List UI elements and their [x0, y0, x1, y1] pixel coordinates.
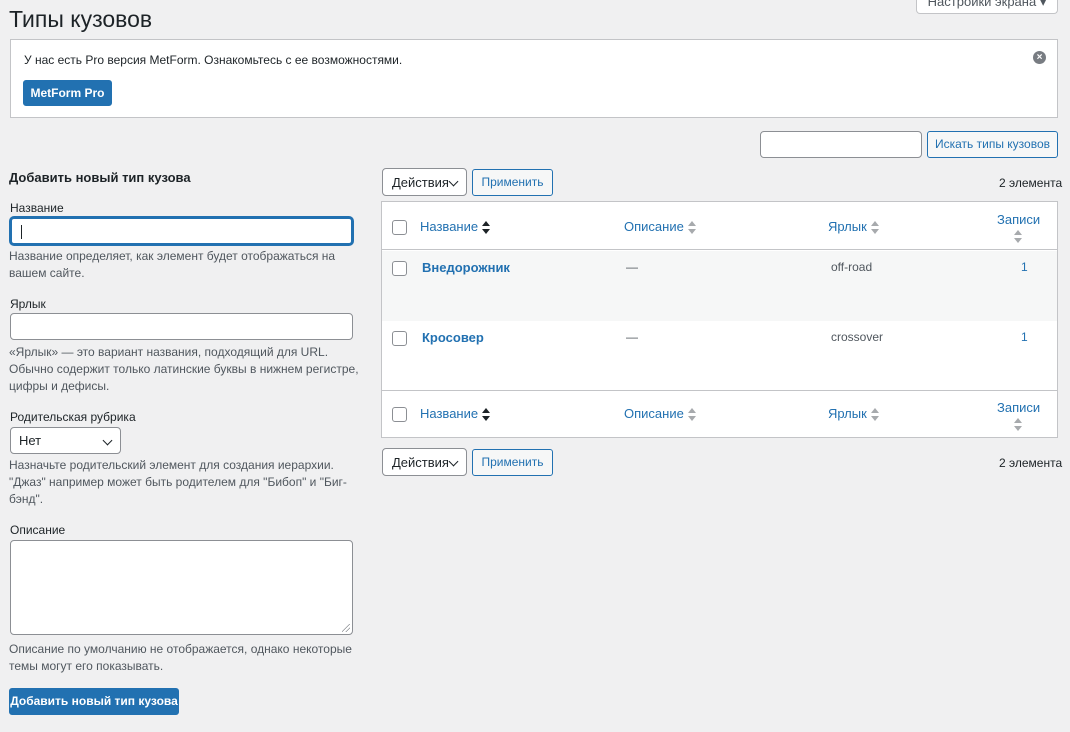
bulk-actions-value: Действия: [392, 175, 449, 190]
column-description-header[interactable]: Описание: [624, 219, 696, 235]
column-posts-link[interactable]: Записи: [997, 400, 1040, 415]
sort-arrows-icon: [1014, 229, 1022, 244]
text-caret: [21, 225, 22, 239]
apply-button-top[interactable]: Применить: [472, 169, 553, 196]
name-label: Название: [10, 201, 64, 215]
table-header: Название Описание Ярлык Записи: [382, 202, 1057, 250]
select-all-checkbox-bottom[interactable]: [392, 407, 407, 422]
column-description-link[interactable]: Описание: [624, 219, 684, 234]
name-input[interactable]: [10, 217, 353, 245]
parent-help-line: бэнд".: [9, 492, 44, 506]
column-slug-header[interactable]: Ярлык: [828, 219, 879, 235]
bulk-actions-value: Действия: [392, 455, 449, 470]
row-description: —: [626, 260, 638, 274]
sort-arrows-icon: [482, 407, 491, 422]
sort-arrows-icon: [870, 220, 879, 235]
close-icon[interactable]: ×: [1033, 51, 1046, 64]
description-label: Описание: [10, 523, 66, 537]
column-slug-link[interactable]: Ярлык: [828, 219, 867, 234]
slug-label: Ярлык: [10, 297, 46, 311]
column-name-link[interactable]: Название: [420, 219, 478, 234]
screen-options-button[interactable]: Настройки экрана ▾: [916, 0, 1058, 14]
column-posts-header[interactable]: Записи: [997, 212, 1040, 244]
column-posts-footer[interactable]: Записи: [997, 400, 1040, 432]
sort-arrows-icon: [687, 407, 696, 422]
sort-arrows-icon: [482, 220, 491, 235]
add-new-type-button[interactable]: Добавить новый тип кузова: [9, 688, 179, 715]
sort-arrows-icon: [1014, 417, 1022, 432]
column-name-link[interactable]: Название: [420, 406, 478, 421]
row-slug: off-road: [831, 260, 873, 274]
parent-help-line: "Джаз" например может быть родителем для…: [9, 475, 347, 489]
form-heading: Добавить новый тип кузова: [9, 170, 191, 185]
row-slug: crossover: [831, 330, 884, 344]
column-posts-link[interactable]: Записи: [997, 212, 1040, 227]
slug-help-line: Обычно содержит только латинские буквы в…: [9, 362, 359, 376]
bulk-actions-select-bottom[interactable]: Действия: [382, 448, 467, 476]
description-help-line: Описание по умолчанию не отображается, о…: [9, 642, 352, 656]
column-description-footer[interactable]: Описание: [624, 406, 696, 422]
table-row: Внедорожник — off-road 1: [382, 251, 1057, 321]
row-count-link[interactable]: 1: [1021, 260, 1028, 274]
table-row: Кросовер — crossover 1: [382, 321, 1057, 390]
promo-notice: У нас есть Pro версия MetForm. Ознакомьт…: [10, 39, 1058, 118]
sort-arrows-icon: [870, 407, 879, 422]
description-help: Описание по умолчанию не отображается, о…: [9, 641, 352, 675]
items-count-top: 2 элемента: [999, 176, 1063, 190]
chevron-down-icon: [448, 456, 459, 467]
parent-help-line: Назначьте родительский элемент для созда…: [9, 458, 334, 472]
table-footer: Название Описание Ярлык Записи: [382, 390, 1057, 437]
slug-help-line: цифры и дефисы.: [9, 379, 110, 393]
name-help: Название определяет, как элемент будет о…: [9, 248, 335, 282]
description-help-line: темы могут его показывать.: [9, 659, 164, 673]
row-checkbox[interactable]: [392, 331, 407, 346]
parent-label: Родительская рубрика: [10, 410, 136, 424]
column-name-header[interactable]: Название: [420, 219, 491, 235]
column-name-footer[interactable]: Название: [420, 406, 491, 422]
chevron-down-icon: [102, 435, 113, 446]
terms-table: Название Описание Ярлык Записи Внедорожн…: [381, 201, 1058, 438]
resize-handle-icon[interactable]: [342, 624, 350, 632]
chevron-down-icon: [448, 176, 459, 187]
parent-help: Назначьте родительский элемент для созда…: [9, 457, 347, 508]
column-slug-link[interactable]: Ярлык: [828, 406, 867, 421]
name-help-line: вашем сайте.: [9, 266, 85, 280]
row-title-link[interactable]: Кросовер: [422, 330, 484, 345]
items-count-bottom: 2 элемента: [999, 456, 1063, 470]
row-count-link[interactable]: 1: [1021, 330, 1028, 344]
sort-arrows-icon: [687, 220, 696, 235]
bulk-actions-select-top[interactable]: Действия: [382, 168, 467, 196]
page-title: Типы кузовов: [9, 6, 153, 32]
select-all-checkbox[interactable]: [392, 220, 407, 235]
row-checkbox[interactable]: [392, 261, 407, 276]
slug-help-line: «Ярлык» — это вариант названия, подходящ…: [9, 345, 329, 359]
slug-help: «Ярлык» — это вариант названия, подходящ…: [9, 344, 359, 395]
name-help-line: Название определяет, как элемент будет о…: [9, 249, 336, 263]
column-slug-footer[interactable]: Ярлык: [828, 406, 879, 422]
parent-select-value: Нет: [19, 433, 42, 448]
column-description-link[interactable]: Описание: [624, 406, 684, 421]
search-input[interactable]: [760, 131, 922, 158]
row-description: —: [626, 330, 638, 344]
metform-pro-button[interactable]: MetForm Pro: [23, 80, 112, 106]
apply-button-bottom[interactable]: Применить: [472, 449, 553, 476]
notice-text: У нас есть Pro версия MetForm. Ознакомьт…: [24, 53, 403, 67]
description-textarea[interactable]: [10, 540, 353, 635]
slug-input[interactable]: [10, 313, 353, 340]
row-title-link[interactable]: Внедорожник: [422, 260, 510, 275]
search-button[interactable]: Искать типы кузовов: [927, 131, 1058, 158]
parent-select[interactable]: Нет: [10, 427, 121, 454]
